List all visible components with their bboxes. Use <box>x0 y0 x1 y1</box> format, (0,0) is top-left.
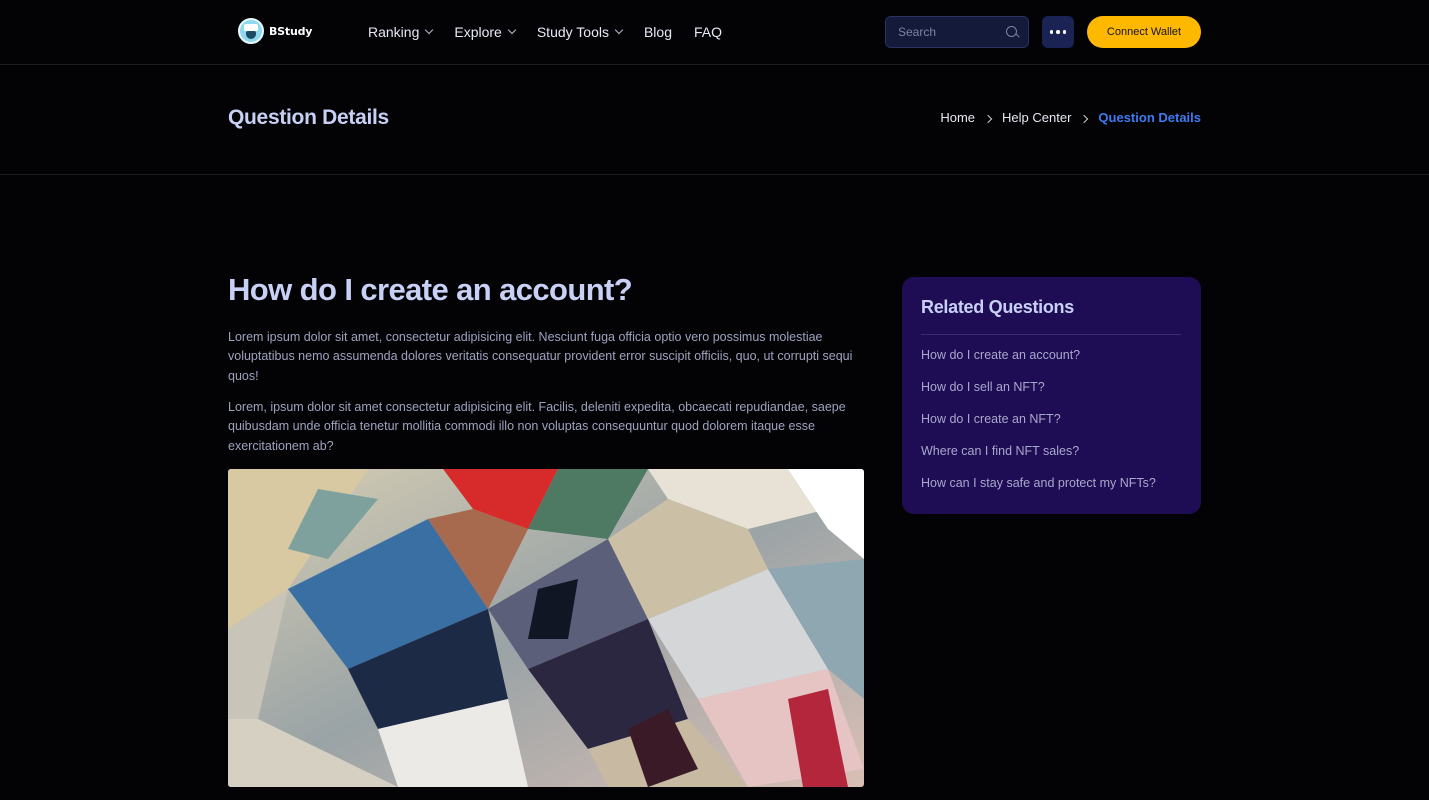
nav-item-label: Explore <box>454 24 502 40</box>
related-questions-list: How do I create an account? How do I sel… <box>921 348 1156 508</box>
chevron-down-icon <box>507 25 517 35</box>
related-question-link[interactable]: How do I create an NFT? <box>921 412 1156 444</box>
logo-icon <box>238 18 264 44</box>
nav-item-label: Study Tools <box>536 24 609 40</box>
more-dot <box>1056 30 1060 34</box>
related-questions-title: Related Questions <box>921 297 1074 317</box>
chevron-right-icon <box>983 114 993 123</box>
article-paragraph: Lorem, ipsum dolor sit amet consectetur … <box>228 400 846 453</box>
search-input[interactable] <box>898 25 998 39</box>
related-question-link[interactable]: Where can I find NFT sales? <box>921 444 1156 476</box>
article-paragraph: Lorem ipsum dolor sit amet, consectetur … <box>228 330 853 383</box>
connect-wallet-button[interactable]: Connect Wallet <box>1087 16 1201 48</box>
search-box <box>885 16 1029 48</box>
nav-item-label: Ranking <box>368 24 420 40</box>
chevron-down-icon <box>425 25 434 35</box>
article-image <box>228 469 864 787</box>
page-title: Question Details <box>228 106 389 129</box>
divider <box>921 334 1181 335</box>
chevron-right-icon <box>1080 114 1089 123</box>
nav-item-label: FAQ <box>694 24 723 40</box>
breadcrumb-current: Question Details <box>1098 110 1201 125</box>
article-title: How do I create an account? <box>228 272 633 307</box>
more-options-button[interactable] <box>1042 16 1074 48</box>
related-question-link[interactable]: How can I stay safe and protect my NFTs? <box>921 476 1156 508</box>
breadcrumb-home[interactable]: Home <box>940 110 975 125</box>
more-dot <box>1062 30 1067 34</box>
more-dot <box>1049 30 1054 34</box>
main-nav: Ranking Explore Study Tools Blog FAQ <box>368 0 744 64</box>
nav-item-ranking[interactable]: Ranking <box>368 24 434 40</box>
related-question-link[interactable]: How do I create an account? <box>921 348 1156 380</box>
nav-item-blog[interactable]: Blog <box>644 24 672 40</box>
brand-name: BStudy <box>269 24 313 38</box>
breadcrumb-help-center[interactable]: Help Center <box>1002 110 1071 125</box>
brand-logo[interactable]: BStudy <box>238 18 312 44</box>
search-icon[interactable] <box>1006 26 1017 37</box>
chevron-down-icon <box>614 25 624 35</box>
page-header: Question Details Home Help Center Questi… <box>0 65 1429 175</box>
nav-item-explore[interactable]: Explore <box>454 24 517 40</box>
breadcrumb: Home Help Center Question Details <box>940 110 1201 125</box>
related-questions-panel: Related Questions How do I create an acc… <box>902 277 1201 514</box>
site-header: BStudy Ranking Explore Study Tools Blog … <box>0 0 1429 65</box>
nav-item-label: Blog <box>643 24 672 40</box>
nav-item-faq[interactable]: FAQ <box>694 24 722 40</box>
nav-item-study-tools[interactable]: Study Tools <box>536 24 624 40</box>
related-question-link[interactable]: How do I sell an NFT? <box>921 380 1156 412</box>
